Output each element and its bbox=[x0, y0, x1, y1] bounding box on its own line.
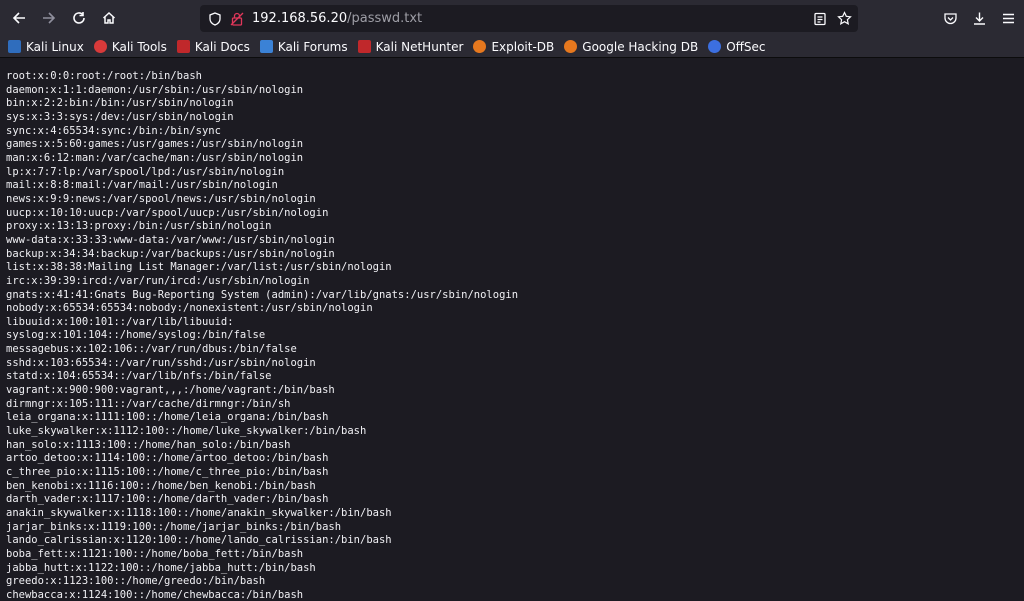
text-line: anakin_skywalker:x:1118:100::/home/anaki… bbox=[6, 507, 392, 519]
bookmark-exploit-db[interactable]: Exploit-DB bbox=[473, 40, 554, 54]
text-line: jarjar_binks:x:1119:100::/home/jarjar_bi… bbox=[6, 520, 342, 533]
text-line: lando_calrissian:x:1120:100::/home/lando… bbox=[6, 534, 392, 547]
text-line: list:x:38:38:Mailing List Manager:/var/l… bbox=[6, 261, 392, 274]
bookmark-kali-linux[interactable]: Kali Linux bbox=[8, 40, 84, 54]
url-host: 192.168.56.20 bbox=[252, 11, 348, 26]
menu-icon[interactable] bbox=[1001, 11, 1016, 26]
bookmark-star-icon[interactable] bbox=[837, 11, 852, 26]
bookmark-label: Kali Linux bbox=[26, 39, 84, 54]
exploit-db-icon bbox=[473, 40, 487, 53]
text-line: darth_vader:x:1117:100::/home/darth_vade… bbox=[6, 493, 329, 506]
url-text[interactable]: 192.168.56.20/passwd.txt bbox=[252, 11, 422, 26]
text-line: man:x:6:12:man:/var/cache/man:/usr/sbin/… bbox=[6, 151, 304, 164]
text-line: irc:x:39:39:ircd:/var/run/ircd:/usr/sbin… bbox=[6, 274, 310, 287]
bookmark-label: Google Hacking DB bbox=[582, 39, 699, 54]
text-line: vagrant:x:900:900:vagrant,,,:/home/vagra… bbox=[6, 384, 335, 397]
home-icon bbox=[102, 11, 116, 24]
text-line: bin:x:2:2:bin:/bin:/usr/sbin/nologin bbox=[6, 97, 234, 110]
text-line: sync:x:4:65534:sync:/bin:/bin/sync bbox=[6, 124, 221, 137]
text-line: sys:x:3:3:sys:/dev:/usr/sbin/nologin bbox=[6, 110, 234, 123]
url-bar[interactable]: 192.168.56.20/passwd.txt bbox=[200, 5, 858, 32]
page-content: root:x:0:0:root:/root:/bin/bash daemon:x:… bbox=[0, 59, 1024, 601]
text-line: www-data:x:33:33:www-data:/var/www:/usr/… bbox=[6, 233, 335, 246]
ghdb-icon bbox=[564, 40, 578, 53]
kali-dragon-icon bbox=[8, 40, 21, 53]
bookmark-label: Kali NetHunter bbox=[375, 39, 464, 54]
text-line: root:x:0:0:root:/root:/bin/bash bbox=[6, 70, 202, 82]
text-line: c_three_pio:x:1115:100::/home/c_three_pi… bbox=[6, 466, 329, 479]
text-line: daemon:x:1:1:daemon:/usr/sbin:/usr/sbin/… bbox=[6, 83, 304, 96]
bookmark-google-hacking-db[interactable]: Google Hacking DB bbox=[564, 40, 698, 54]
text-line: messagebus:x:102:106::/var/run/dbus:/bin… bbox=[6, 343, 297, 356]
kali-tools-icon bbox=[93, 40, 107, 53]
reload-icon bbox=[73, 12, 85, 24]
bookmark-offsec[interactable]: OffSec bbox=[708, 39, 766, 54]
passwd-file-text: root:x:0:0:root:/root:/bin/bash daemon:x:… bbox=[0, 59, 1024, 601]
text-line: mail:x:8:8:mail:/var/mail:/usr/sbin/nolo… bbox=[6, 179, 278, 192]
text-line: games:x:5:60:games:/usr/games:/usr/sbin/… bbox=[6, 138, 304, 151]
home-button[interactable] bbox=[94, 4, 124, 32]
text-line: greedo:x:1123:100::/home/greedo:/bin/bas… bbox=[6, 575, 266, 588]
text-line: lp:x:7:7:lp:/var/spool/lpd:/usr/sbin/nol… bbox=[6, 165, 285, 178]
text-line: news:x:9:9:news:/var/spool/news:/usr/sbi… bbox=[6, 192, 316, 205]
text-line: han_solo:x:1113:100::/home/han_solo:/bin… bbox=[6, 438, 291, 451]
bookmark-label: OffSec bbox=[726, 39, 766, 54]
downloads-icon[interactable] bbox=[972, 11, 987, 26]
bookmark-label: Exploit-DB bbox=[491, 39, 555, 54]
bookmark-kali-nethunter[interactable]: Kali NetHunter bbox=[357, 39, 464, 54]
bookmark-kali-forums[interactable]: Kali Forums bbox=[259, 39, 348, 54]
text-line: statd:x:104:65534::/var/lib/nfs:/bin/fal… bbox=[6, 370, 272, 383]
back-arrow-icon bbox=[12, 12, 25, 24]
back-button[interactable] bbox=[4, 4, 34, 32]
text-line: nobody:x:65534:65534:nobody:/nonexistent… bbox=[6, 302, 373, 315]
text-line: uucp:x:10:10:uucp:/var/spool/uucp:/usr/s… bbox=[6, 206, 329, 219]
bookmark-label: Kali Docs bbox=[194, 39, 250, 54]
text-line: ben_kenobi:x:1116:100::/home/ben_kenobi:… bbox=[6, 479, 316, 492]
bookmark-label: Kali Forums bbox=[277, 39, 348, 54]
text-line: chewbacca:x:1124:100::/home/chewbacca:/b… bbox=[6, 588, 304, 601]
text-line: backup:x:34:34:backup:/var/backups:/usr/… bbox=[6, 247, 335, 260]
bookmarks-toolbar: Kali Linux Kali Tools Kali Docs Kali For… bbox=[0, 36, 1024, 58]
text-line: sshd:x:103:65534::/var/run/sshd:/usr/sbi… bbox=[6, 356, 316, 369]
bookmark-kali-docs[interactable]: Kali Docs bbox=[176, 39, 250, 54]
reload-button[interactable] bbox=[64, 4, 94, 32]
text-line: leia_organa:x:1111:100::/home/leia_organ… bbox=[6, 411, 329, 424]
text-line: dirmngr:x:105:111::/var/cache/dirmngr:/b… bbox=[6, 397, 291, 410]
pocket-icon[interactable] bbox=[943, 11, 958, 26]
offsec-icon bbox=[708, 40, 722, 53]
url-path: /passwd.txt bbox=[347, 11, 423, 26]
bookmark-label: Kali Tools bbox=[111, 39, 167, 54]
shield-icon[interactable] bbox=[208, 11, 222, 26]
text-line: proxy:x:13:13:proxy:/bin:/usr/sbin/nolog… bbox=[6, 220, 272, 233]
browser-toolbar: 192.168.56.20/passwd.txt bbox=[0, 0, 1024, 36]
nethunter-icon bbox=[357, 40, 371, 53]
text-line: syslog:x:101:104::/home/syslog:/bin/fals… bbox=[6, 329, 266, 342]
text-line: boba_fett:x:1121:100::/home/boba_fett:/b… bbox=[6, 547, 304, 560]
text-line: luke_skywalker:x:1112:100::/home/luke_sk… bbox=[6, 425, 367, 438]
text-line: artoo_detoo:x:1114:100::/home/artoo_deto… bbox=[6, 452, 329, 465]
text-line: jabba_hutt:x:1122:100::/home/jabba_hutt:… bbox=[6, 561, 316, 574]
text-line: libuuid:x:100:101::/var/lib/libuuid: bbox=[6, 315, 234, 328]
reader-view-icon[interactable] bbox=[813, 12, 827, 26]
forward-button[interactable] bbox=[34, 4, 64, 32]
forward-arrow-icon bbox=[43, 12, 56, 24]
insecure-lock-icon[interactable] bbox=[230, 12, 244, 26]
text-line: gnats:x:41:41:Gnats Bug-Reporting System… bbox=[6, 288, 519, 301]
kali-forums-icon bbox=[259, 40, 273, 53]
kali-docs-icon bbox=[176, 40, 190, 53]
bookmark-kali-tools[interactable]: Kali Tools bbox=[93, 39, 167, 54]
